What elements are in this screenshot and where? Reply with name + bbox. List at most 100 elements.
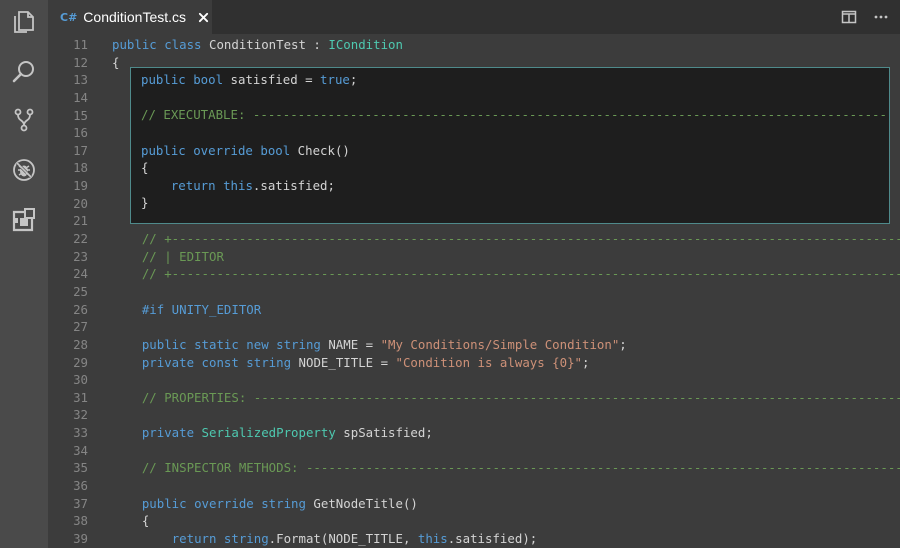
code-line[interactable]: {	[131, 159, 889, 177]
code-token: return	[171, 530, 224, 546]
line-number: 20	[73, 195, 88, 211]
code-line[interactable]: 33 private SerializedProperty spSatisfie…	[48, 424, 900, 442]
code-text: private SerializedProperty spSatisfied;	[112, 424, 433, 442]
split-editor-icon[interactable]	[840, 8, 858, 26]
search-icon[interactable]	[10, 58, 38, 86]
peek-definition-widget[interactable]: public bool satisfied = true; // EXECUTAB…	[130, 67, 890, 224]
code-text: // INSPECTOR METHODS: ------------------…	[112, 459, 900, 477]
line-number: 13	[73, 72, 88, 88]
code-token: // | EDITOR	[141, 248, 224, 264]
line-number: 23	[73, 248, 88, 264]
line-number: 14	[73, 89, 88, 105]
code-token: public	[141, 336, 195, 352]
code-line[interactable]: 26 #if UNITY_EDITOR	[48, 301, 900, 319]
code-line[interactable]	[131, 124, 889, 142]
code-line[interactable]: 38 {	[48, 512, 900, 530]
code-line[interactable]: 39 return string.Format(NODE_TITLE, this…	[48, 530, 900, 548]
code-line[interactable]: 31 // PROPERTIES: ----------------------…	[48, 389, 900, 407]
code-line[interactable]: 22 // +---------------------------------…	[48, 230, 900, 248]
code-token: satisfied =	[223, 72, 321, 87]
debug-icon[interactable]	[10, 156, 38, 184]
code-token: spSatisfied;	[335, 425, 433, 441]
code-line[interactable]: 23 // | EDITOR	[48, 248, 900, 266]
code-token: this	[417, 530, 448, 546]
code-token: this	[223, 177, 253, 193]
code-text: return string.Format(NODE_TITLE, this.sa…	[112, 530, 538, 548]
tab-condition-test[interactable]: C# ConditionTest.cs	[48, 0, 212, 34]
source-control-icon[interactable]	[10, 106, 38, 134]
line-number: 27	[73, 319, 88, 335]
code-token: static	[194, 336, 247, 352]
activity-bar	[0, 0, 48, 548]
code-token: "My Conditions/Simple Condition"	[380, 336, 620, 352]
code-text: public class ConditionTest : ICondition	[112, 36, 403, 54]
code-text: // +------------------------------------…	[112, 265, 900, 283]
code-token: GetNodeTitle()	[305, 495, 418, 511]
code-token: }	[141, 195, 149, 211]
code-line[interactable]: return this.satisfied;	[131, 177, 889, 195]
code-line[interactable]: }	[131, 194, 889, 212]
tab-title: ConditionTest.cs	[83, 9, 187, 25]
code-line[interactable]: 34	[48, 442, 900, 460]
code-token: string	[261, 495, 306, 511]
code-text: }	[141, 194, 148, 212]
code-text: {	[112, 512, 149, 530]
code-line[interactable]: 27	[48, 318, 900, 336]
csharp-icon: C#	[60, 10, 78, 24]
code-text: public override bool Check()	[141, 142, 350, 160]
code-line[interactable]: 32	[48, 406, 900, 424]
code-token: .Format(NODE_TITLE,	[268, 530, 418, 546]
code-text: // | EDITOR	[112, 248, 224, 266]
close-icon[interactable]	[196, 10, 210, 24]
line-number: 25	[73, 283, 88, 299]
code-token: // +------------------------------------…	[141, 266, 900, 282]
code-line[interactable]: 29 private const string NODE_TITLE = "Co…	[48, 354, 900, 372]
code-line[interactable]: 35 // INSPECTOR METHODS: ---------------…	[48, 459, 900, 477]
code-line[interactable]: public override bool Check()	[131, 142, 889, 160]
code-line[interactable]: 11 public class ConditionTest : IConditio…	[48, 36, 900, 54]
line-number: 36	[73, 478, 88, 494]
code-line[interactable]: public bool satisfied = true;	[131, 71, 889, 89]
code-editor[interactable]: 11 public class ConditionTest : IConditio…	[48, 34, 900, 548]
code-line[interactable]: 24 // +---------------------------------…	[48, 265, 900, 283]
code-token: true	[320, 72, 350, 87]
code-text: public override string GetNodeTitle()	[112, 495, 418, 513]
code-line[interactable]: 28 public static new string NAME = "My C…	[48, 336, 900, 354]
code-token: "Condition is always {0}"	[395, 354, 583, 370]
line-number: 17	[73, 142, 88, 158]
code-token: SerializedProperty	[201, 425, 336, 441]
code-line[interactable]: 30	[48, 371, 900, 389]
code-line[interactable]: 36	[48, 477, 900, 495]
code-token: .satisfied);	[447, 530, 538, 546]
code-line[interactable]: // EXECUTABLE: -------------------------…	[131, 106, 889, 124]
extensions-icon[interactable]	[10, 206, 38, 234]
line-number: 28	[73, 336, 88, 352]
code-line[interactable]	[131, 89, 889, 107]
code-token: const	[201, 354, 247, 370]
code-token: string	[223, 530, 269, 546]
code-line[interactable]: 37 public override string GetNodeTitle()	[48, 495, 900, 513]
code-token: override	[194, 495, 262, 511]
more-icon[interactable]	[872, 8, 890, 26]
code-token: bool	[260, 142, 291, 158]
code-token: {	[112, 54, 120, 70]
code-line[interactable]: 25	[48, 283, 900, 301]
code-text: // PROPERTIES: -------------------------…	[112, 389, 900, 407]
code-token: // PROPERTIES: -------------------------…	[141, 389, 900, 405]
peek-code-lines: public bool satisfied = true; // EXECUTAB…	[131, 71, 889, 212]
code-text: {	[141, 159, 148, 177]
code-token: new	[246, 336, 277, 352]
code-token: public	[141, 495, 195, 511]
code-token: override	[193, 142, 261, 158]
line-number: 32	[73, 407, 88, 423]
line-number: 22	[73, 231, 88, 247]
files-icon[interactable]	[10, 8, 38, 36]
